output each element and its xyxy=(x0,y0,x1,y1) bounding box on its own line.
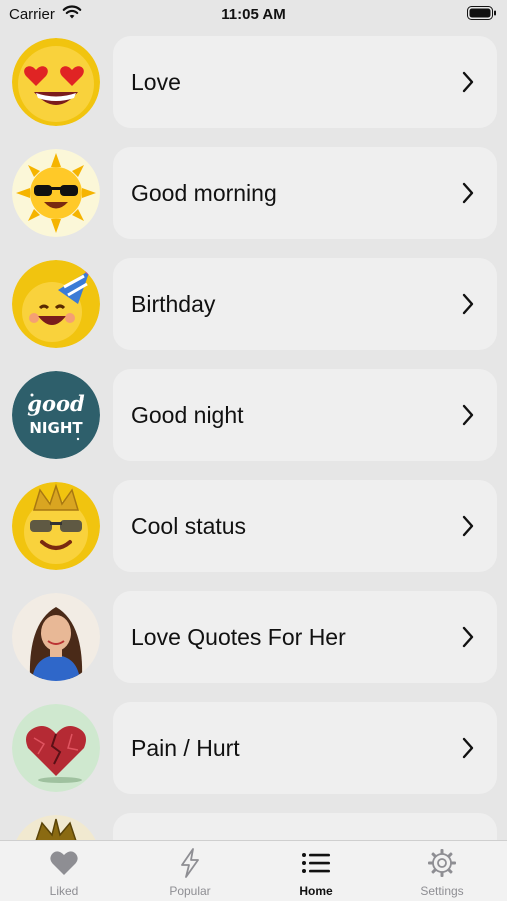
crown-emoji-icon xyxy=(12,815,100,840)
lightning-icon xyxy=(175,848,205,878)
category-row-good-morning[interactable]: Good morning xyxy=(0,147,507,243)
list-icon xyxy=(301,848,331,878)
category-card[interactable] xyxy=(113,813,497,840)
heart-eyes-emoji-icon xyxy=(12,38,100,126)
sun-sunglasses-emoji-icon xyxy=(12,149,100,237)
category-card[interactable]: Pain / Hurt xyxy=(113,702,497,794)
broken-heart-icon xyxy=(12,704,100,792)
category-card[interactable]: Love xyxy=(113,36,497,128)
tab-label: Home xyxy=(299,884,333,898)
tab-home[interactable]: Home xyxy=(253,841,379,901)
chevron-right-icon xyxy=(461,293,475,320)
category-card[interactable]: Birthday xyxy=(113,258,497,350)
category-label: Love xyxy=(131,69,181,95)
crown-sunglasses-emoji-icon xyxy=(12,482,100,570)
category-label: Love Quotes For Her xyxy=(131,624,346,650)
category-card[interactable]: Good morning xyxy=(113,147,497,239)
category-label: Birthday xyxy=(131,291,216,317)
status-bar: Carrier 11:05 AM xyxy=(0,0,507,30)
tab-label: Settings xyxy=(420,884,464,898)
category-label: Good morning xyxy=(131,180,277,206)
category-row-love[interactable]: Love xyxy=(0,36,507,132)
chevron-right-icon xyxy=(461,515,475,542)
tab-popular[interactable]: Popular xyxy=(127,841,253,901)
category-row-partial[interactable] xyxy=(0,813,507,840)
tab-label: Popular xyxy=(169,884,211,898)
heart-icon xyxy=(49,848,79,878)
category-row-good-night[interactable]: good NIGHT Good night xyxy=(0,369,507,465)
category-label: Pain / Hurt xyxy=(131,735,240,761)
category-row-pain-hurt[interactable]: Pain / Hurt xyxy=(0,702,507,798)
tab-settings[interactable]: Settings xyxy=(379,841,505,901)
battery-icon xyxy=(467,6,497,24)
chevron-right-icon xyxy=(461,182,475,209)
category-label: Good night xyxy=(131,402,244,428)
category-card[interactable]: Good night xyxy=(113,369,497,461)
party-hat-emoji-icon xyxy=(12,260,100,348)
category-list[interactable]: Love Good morning Birthday good NIGHT Go… xyxy=(0,34,507,840)
tab-bar: Liked Popular Home Settings xyxy=(0,840,507,901)
category-card[interactable]: Cool status xyxy=(113,480,497,572)
category-label: Cool status xyxy=(131,513,247,539)
badge-text-night: NIGHT xyxy=(29,419,83,437)
chevron-right-icon xyxy=(461,404,475,431)
chevron-right-icon xyxy=(461,737,475,764)
category-row-love-quotes-for-her[interactable]: Love Quotes For Her xyxy=(0,591,507,687)
badge-text-good: good xyxy=(27,391,85,416)
chevron-right-icon xyxy=(461,71,475,98)
chevron-right-icon xyxy=(461,626,475,653)
tab-label: Liked xyxy=(49,884,79,898)
tab-liked[interactable]: Liked xyxy=(1,841,127,901)
category-row-cool-status[interactable]: Cool status xyxy=(0,480,507,576)
gear-icon xyxy=(427,848,457,878)
category-row-birthday[interactable]: Birthday xyxy=(0,258,507,354)
category-card[interactable]: Love Quotes For Her xyxy=(113,591,497,683)
woman-portrait-icon xyxy=(12,593,100,681)
good-night-badge-icon: good NIGHT xyxy=(12,371,100,459)
clock-label: 11:05 AM xyxy=(221,6,286,23)
